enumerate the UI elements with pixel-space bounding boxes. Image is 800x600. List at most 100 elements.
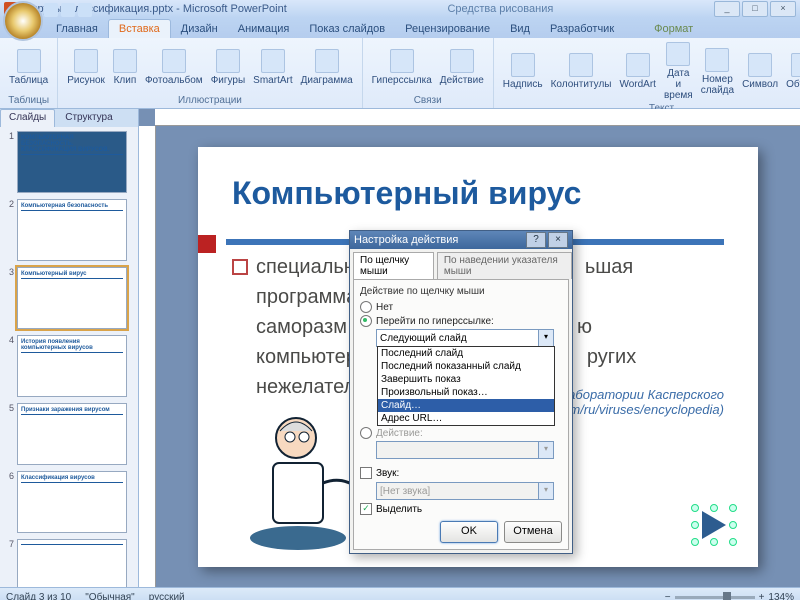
maximize-button[interactable]: □ (742, 1, 768, 17)
action-icon (450, 49, 474, 73)
ribbon-smartart[interactable]: SmartArt (250, 47, 295, 88)
action-shape-selected[interactable] (694, 507, 734, 543)
tab-Дизайн[interactable]: Дизайн (171, 20, 228, 38)
zoom-slider[interactable] (675, 596, 755, 599)
thumbnail-2[interactable]: 2Компьютерная безопасность (4, 199, 134, 261)
ribbon-textbox[interactable]: Надпись (500, 51, 546, 92)
dialog-tab-hover[interactable]: По наведении указателя мыши (437, 252, 572, 279)
ribbon-headerfooter[interactable]: Колонтитулы (548, 51, 615, 92)
minimize-button[interactable]: _ (714, 1, 740, 17)
bullet-icon (232, 259, 248, 275)
tab-format[interactable]: Формат (644, 20, 703, 38)
zoom-value[interactable]: 134% (768, 592, 794, 600)
close-button[interactable]: × (770, 1, 796, 17)
tab-Разработчик[interactable]: Разработчик (540, 20, 624, 38)
picture-icon (74, 49, 98, 73)
dropdown-item[interactable]: Последний слайд (378, 347, 554, 360)
thumbnail-6[interactable]: 6Классификация вирусов (4, 471, 134, 533)
zoom-in-icon[interactable]: + (759, 592, 765, 600)
horizontal-ruler[interactable] (155, 109, 800, 126)
ribbon-chart[interactable]: Диаграмма (298, 47, 356, 88)
vertical-ruler[interactable] (139, 126, 156, 587)
textbox-icon (511, 53, 535, 77)
status-language[interactable]: русский (149, 592, 185, 600)
table-icon (17, 49, 41, 73)
tab-outline[interactable]: Структура (56, 109, 121, 127)
sound-combo: [Нет звука]▾ (376, 482, 554, 500)
radio-none[interactable] (360, 301, 372, 313)
status-theme[interactable]: "Обычная" (85, 592, 135, 600)
titlebar: Вирусы. Классификация.pptx - Microsoft P… (0, 0, 800, 18)
thumbnail-3[interactable]: 3Компьютерный вирус (4, 267, 134, 329)
ribbon-clip[interactable]: Клип (110, 47, 140, 88)
wordart-icon (626, 53, 650, 77)
dropdown-item[interactable]: Адрес URL… (378, 412, 554, 425)
ribbon: ТаблицаТаблицыРисунокКлипФотоальбомФигур… (0, 38, 800, 109)
thumbnails: 1КОМПЬЮТЕРНАЯ БЕЗОПАСНОСТЬ. КЛАССИФИКАЦИ… (0, 127, 138, 587)
tab-Главная[interactable]: Главная (46, 20, 108, 38)
zoom-out-icon[interactable]: − (665, 592, 671, 600)
quick-access-toolbar (44, 3, 92, 17)
ribbon-action[interactable]: Действие (437, 47, 487, 88)
hyperlink-combo[interactable]: Следующий слайд ▾ Последний слайдПоследн… (376, 329, 554, 347)
radio-hyperlink[interactable] (360, 315, 372, 327)
tab-Вставка[interactable]: Вставка (108, 19, 171, 38)
ribbon-datetime[interactable]: Дата и время (661, 40, 696, 103)
chevron-down-icon[interactable]: ▾ (538, 330, 553, 346)
qat-undo-icon[interactable] (61, 3, 75, 17)
thumbnail-4[interactable]: 4История появления компьютерных вирусов (4, 335, 134, 397)
hyperlink-icon (390, 49, 414, 73)
dropdown-item[interactable]: Слайд… (378, 399, 554, 412)
tab-Показ слайдов[interactable]: Показ слайдов (299, 20, 395, 38)
dialog-titlebar[interactable]: Настройка действия ? × (350, 231, 572, 249)
tab-slides[interactable]: Слайды (0, 109, 55, 127)
ribbon-hyperlink[interactable]: Гиперссылка (369, 47, 435, 88)
status-slide-number[interactable]: Слайд 3 из 10 (6, 592, 71, 600)
cancel-button[interactable]: Отмена (504, 521, 562, 543)
headerfooter-icon (569, 53, 593, 77)
dialog-tab-click[interactable]: По щелчку мыши (353, 252, 434, 279)
ribbon-slidenum[interactable]: Номер слайда (698, 46, 737, 98)
thumbnail-5[interactable]: 5Признаки заражения вирусом (4, 403, 134, 465)
ok-button[interactable]: OK (440, 521, 498, 543)
statusbar: Слайд 3 из 10 "Обычная" русский − + 134% (0, 587, 800, 600)
dropdown-item[interactable]: Произвольный показ… (378, 386, 554, 399)
contextual-tools-label: Средства рисования (427, 3, 573, 15)
sound-checkbox[interactable] (360, 467, 372, 479)
shapes-icon (216, 49, 240, 73)
tab-Вид[interactable]: Вид (500, 20, 540, 38)
slidenum-icon (705, 48, 729, 72)
ribbon-object[interactable]: Объект (783, 51, 800, 92)
chart-icon (315, 49, 339, 73)
symbol-icon (748, 53, 772, 77)
dropdown-item[interactable]: Завершить показ (378, 373, 554, 386)
thumbnail-1[interactable]: 1КОМПЬЮТЕРНАЯ БЕЗОПАСНОСТЬ. КЛАССИФИКАЦИ… (4, 131, 134, 193)
zoom-control[interactable]: − + 134% (665, 592, 794, 600)
dialog-title: Настройка действия (354, 234, 524, 246)
ribbon-tabs: ГлавнаяВставкаДизайнАнимацияПоказ слайдо… (0, 18, 800, 38)
album-icon (162, 49, 186, 73)
combo-value: Следующий слайд (380, 333, 467, 344)
datetime-icon (666, 42, 690, 66)
thumbnail-7[interactable]: 7 (4, 539, 134, 587)
ribbon-picture[interactable]: Рисунок (64, 47, 108, 88)
play-triangle-icon (702, 511, 726, 539)
ribbon-album[interactable]: Фотоальбом (142, 47, 206, 88)
dropdown-item[interactable]: Последний показанный слайд (378, 360, 554, 373)
ribbon-shapes[interactable]: Фигуры (208, 47, 248, 88)
tab-Анимация[interactable]: Анимация (228, 20, 300, 38)
dialog-help-button[interactable]: ? (526, 232, 546, 248)
radio-ole-action (360, 427, 372, 439)
ribbon-table[interactable]: Таблица (6, 47, 51, 88)
ribbon-wordart[interactable]: WordArt (616, 51, 659, 92)
office-button[interactable] (3, 1, 43, 41)
qat-save-icon[interactable] (44, 3, 58, 17)
tab-Рецензирование[interactable]: Рецензирование (395, 20, 500, 38)
hyperlink-dropdown: Последний слайдПоследний показанный слай… (377, 346, 555, 426)
clip-icon (113, 49, 137, 73)
qat-redo-icon[interactable] (78, 3, 92, 17)
ribbon-symbol[interactable]: Символ (739, 51, 781, 92)
highlight-checkbox[interactable]: ✓ (360, 503, 372, 515)
slide-title[interactable]: Компьютерный вирус (232, 175, 724, 212)
dialog-close-button[interactable]: × (548, 232, 568, 248)
